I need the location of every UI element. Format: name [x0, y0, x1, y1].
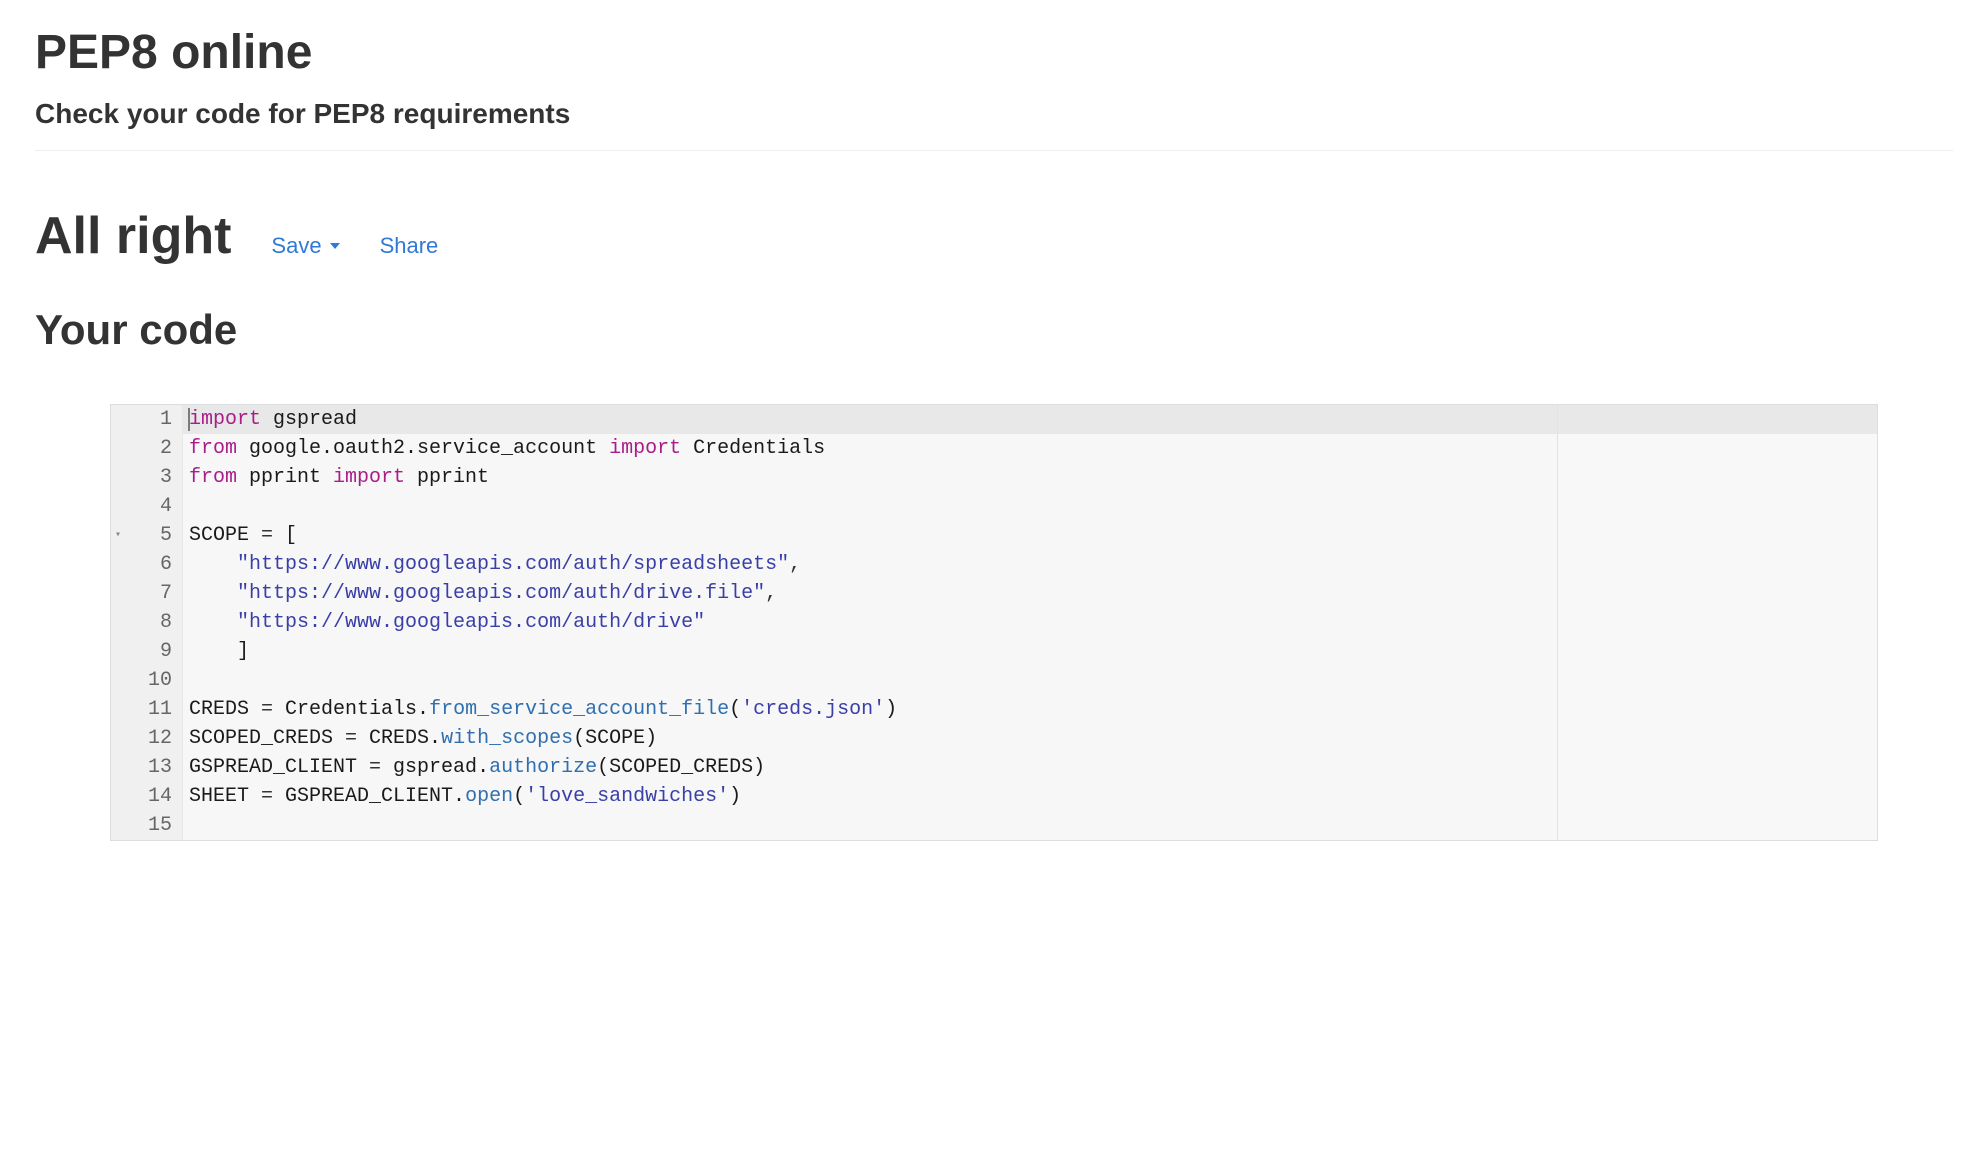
fold-marker-icon[interactable]: ▾	[115, 521, 121, 550]
line-number: 9	[129, 637, 172, 666]
code-line[interactable]: "https://www.googleapis.com/auth/drive.f…	[183, 579, 1557, 608]
line-number-gutter: 12345▾6789101112131415	[111, 405, 183, 840]
status-label: All right	[35, 206, 231, 266]
line-number: 3	[129, 463, 172, 492]
line-number: 13	[129, 753, 172, 782]
page-subtitle: Check your code for PEP8 requirements	[35, 98, 1953, 130]
results-row	[1558, 782, 1877, 811]
results-row	[1558, 463, 1877, 492]
code-line[interactable]: "https://www.googleapis.com/auth/spreads…	[183, 550, 1557, 579]
results-row	[1558, 492, 1877, 521]
code-line[interactable]: GSPREAD_CLIENT = gspread.authorize(SCOPE…	[183, 753, 1557, 782]
save-label: Save	[271, 233, 321, 259]
results-row	[1558, 579, 1877, 608]
results-row	[1558, 695, 1877, 724]
editor-container: 12345▾6789101112131415 import gspreadfro…	[110, 404, 1878, 841]
your-code-heading: Your code	[35, 306, 1953, 354]
code-editor[interactable]: 12345▾6789101112131415 import gspreadfro…	[110, 404, 1878, 841]
results-row	[1558, 550, 1877, 579]
line-number: 1	[129, 405, 172, 434]
line-number: 15	[129, 811, 172, 840]
share-label: Share	[380, 233, 439, 259]
results-panel	[1557, 405, 1877, 840]
line-number: 12	[129, 724, 172, 753]
results-row	[1558, 666, 1877, 695]
page-title: PEP8 online	[35, 25, 1953, 80]
results-row	[1558, 724, 1877, 753]
status-row: All right Save Share	[35, 206, 1953, 266]
code-line[interactable]: CREDS = Credentials.from_service_account…	[183, 695, 1557, 724]
line-number: 7	[129, 579, 172, 608]
header-divider	[35, 150, 1953, 151]
results-row	[1558, 405, 1877, 434]
line-number: 5▾	[129, 521, 172, 550]
results-row	[1558, 637, 1877, 666]
results-row	[1558, 753, 1877, 782]
code-line[interactable]: from google.oauth2.service_account impor…	[183, 434, 1557, 463]
text-cursor	[188, 408, 190, 431]
results-row	[1558, 608, 1877, 637]
line-number: 4	[129, 492, 172, 521]
code-line[interactable]	[183, 666, 1557, 695]
code-line[interactable]: ]	[183, 637, 1557, 666]
share-link[interactable]: Share	[380, 233, 439, 259]
code-line[interactable]: SCOPED_CREDS = CREDS.with_scopes(SCOPE)	[183, 724, 1557, 753]
code-line[interactable]: SCOPE = [	[183, 521, 1557, 550]
code-line[interactable]: "https://www.googleapis.com/auth/drive"	[183, 608, 1557, 637]
code-line[interactable]	[183, 811, 1557, 840]
results-row	[1558, 811, 1877, 840]
line-number: 8	[129, 608, 172, 637]
code-line[interactable]	[183, 492, 1557, 521]
results-row	[1558, 521, 1877, 550]
line-number: 2	[129, 434, 172, 463]
caret-down-icon	[330, 243, 340, 249]
results-row	[1558, 434, 1877, 463]
line-number: 6	[129, 550, 172, 579]
code-line[interactable]: from pprint import pprint	[183, 463, 1557, 492]
code-area[interactable]: import gspreadfrom google.oauth2.service…	[183, 405, 1557, 840]
line-number: 14	[129, 782, 172, 811]
line-number: 11	[129, 695, 172, 724]
code-line[interactable]: import gspread	[183, 405, 1557, 434]
line-number: 10	[129, 666, 172, 695]
code-line[interactable]: SHEET = GSPREAD_CLIENT.open('love_sandwi…	[183, 782, 1557, 811]
save-dropdown[interactable]: Save	[271, 233, 339, 259]
